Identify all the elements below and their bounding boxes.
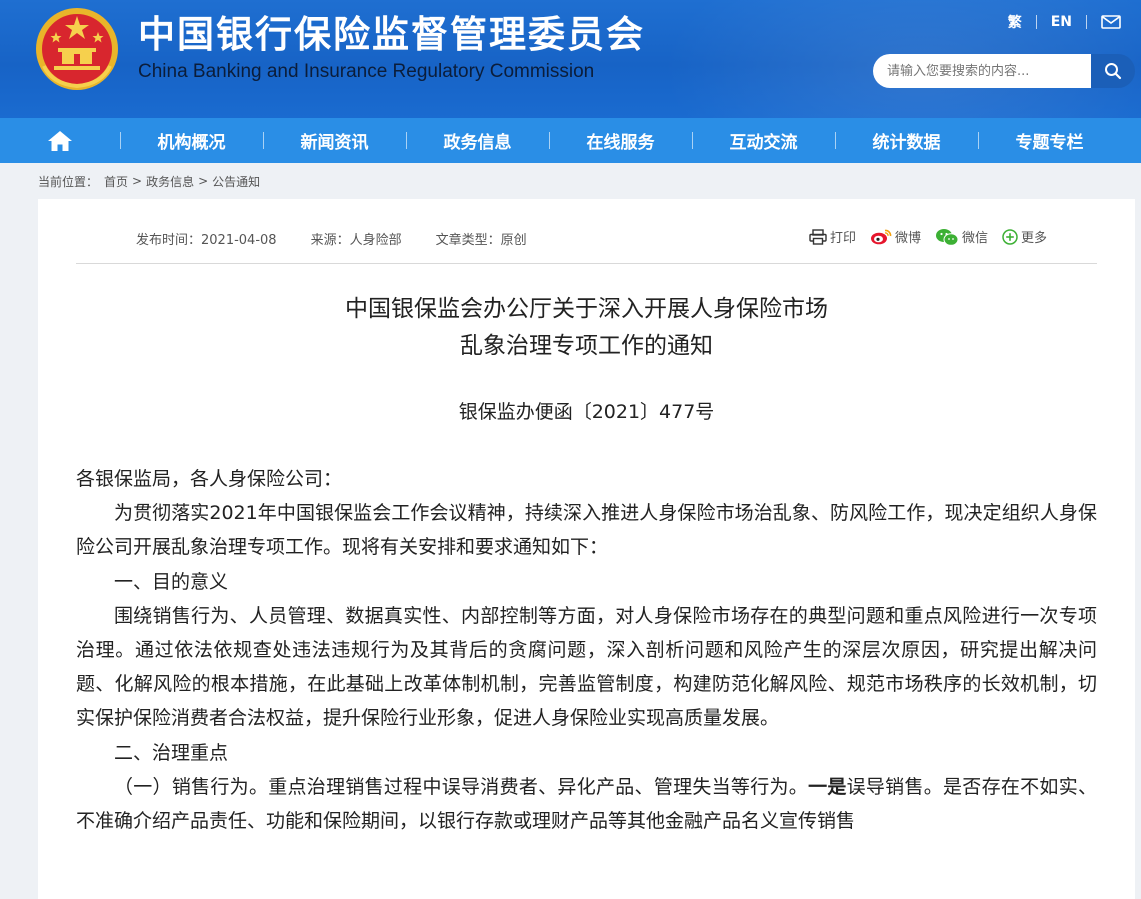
nav-item-statistics[interactable]: 统计数据 [835,118,978,163]
wechat-label: 微信 [961,231,988,246]
weibo-icon [870,229,892,245]
publish-date: 发布时间：2021-04-08 [136,233,277,248]
document-number: 银保监办便函〔2021〕477号 [458,401,715,423]
print-label: 打印 [829,231,856,246]
breadcrumb-separator: > [132,174,143,188]
printer-icon [809,228,827,245]
search-input[interactable] [873,54,1091,88]
link-separator [1086,15,1087,29]
search-box [873,54,1135,88]
article-card: 发布时间：2021-04-08 来源：人身险部 文章类型：原创 打印 微博 微信… [38,199,1135,899]
article-meta: 发布时间：2021-04-08 来源：人身险部 文章类型：原创 [136,229,527,248]
nav-item-gov-info[interactable]: 政务信息 [406,118,549,163]
article-title-line-2: 乱象治理专项工作的通知 [460,333,713,359]
site-header: 中国银行保险监督管理委员会 China Banking and Insuranc… [0,0,1141,118]
more-share-button[interactable]: 更多 [1002,227,1047,246]
article-body: 各银保监局，各人身保险公司： 为贯彻落实2021年中国银保监会工作会议精神，持续… [76,462,1097,838]
section-heading-1: 一、目的意义 [114,570,229,593]
salutation: 各银保监局，各人身保险公司： [76,468,343,490]
search-icon [1105,63,1122,80]
nav-home[interactable] [0,118,120,163]
wechat-share-button[interactable]: 微信 [935,227,988,246]
article-title-line-1: 中国银保监会办公厅关于深入开展人身保险市场 [345,296,828,322]
home-icon [48,130,72,151]
section-heading-2: 二、治理重点 [114,741,229,764]
breadcrumb-notices[interactable]: 公告通知 [212,173,260,190]
breadcrumb: 当前位置： 首页 > 政务信息 > 公告通知 [0,163,1141,199]
breadcrumb-home[interactable]: 首页 [104,173,128,190]
breadcrumb-separator: > [198,174,209,188]
plus-circle-icon [1002,228,1018,245]
site-title-en: China Banking and Insurance Regulatory C… [138,61,595,82]
top-links: 繁 EN [1008,12,1121,32]
nav-item-online-services[interactable]: 在线服务 [549,118,692,163]
more-label: 更多 [1020,231,1047,246]
breadcrumb-label: 当前位置： [38,174,99,189]
paragraph-intro: 为贯彻落实2021年中国银保监会工作会议精神，持续深入推进人身保险市场治乱象、防… [76,502,1097,559]
paragraph-sales-behavior: （一）销售行为。重点治理销售过程中误导消费者、异化产品、管理失当等行为。一是误导… [76,770,1097,838]
main-nav: 机构概况 新闻资讯 政务信息 在线服务 互动交流 统计数据 专题专栏 [0,118,1141,163]
link-separator [1035,15,1037,29]
nav-item-news[interactable]: 新闻资讯 [263,118,406,163]
weibo-share-button[interactable]: 微博 [870,227,921,246]
bold-lead: 一是 [808,775,847,798]
meta-divider [76,263,1097,264]
nav-item-interaction[interactable]: 互动交流 [692,118,835,163]
english-link[interactable]: EN [1051,14,1072,30]
site-title-cn: 中国银行保险监督管理委员会 [138,13,645,56]
weibo-label: 微博 [894,231,921,246]
article-source: 来源：人身险部 [310,233,402,248]
mail-icon[interactable] [1101,15,1121,29]
wechat-icon [935,228,959,246]
share-bar: 打印 微博 微信 更多 [809,227,1047,246]
breadcrumb-gov-info[interactable]: 政务信息 [146,173,194,190]
nav-item-special-topics[interactable]: 专题专栏 [978,118,1121,163]
national-emblem-icon [36,8,118,90]
nav-item-org-overview[interactable]: 机构概况 [120,118,263,163]
article-type: 文章类型：原创 [435,233,527,248]
traditional-chinese-link[interactable]: 繁 [1008,12,1022,32]
search-button[interactable] [1091,54,1135,88]
paragraph-purpose: 围绕销售行为、人员管理、数据真实性、内部控制等方面，对人身保险市场存在的典型问题… [76,604,1097,730]
print-button[interactable]: 打印 [809,227,856,246]
article-title: 中国银保监会办公厅关于深入开展人身保险市场 乱象治理专项工作的通知 [38,291,1135,365]
paragraph-text: （一）销售行为。重点治理销售过程中误导消费者、异化产品、管理失当等行为。 [114,775,809,798]
